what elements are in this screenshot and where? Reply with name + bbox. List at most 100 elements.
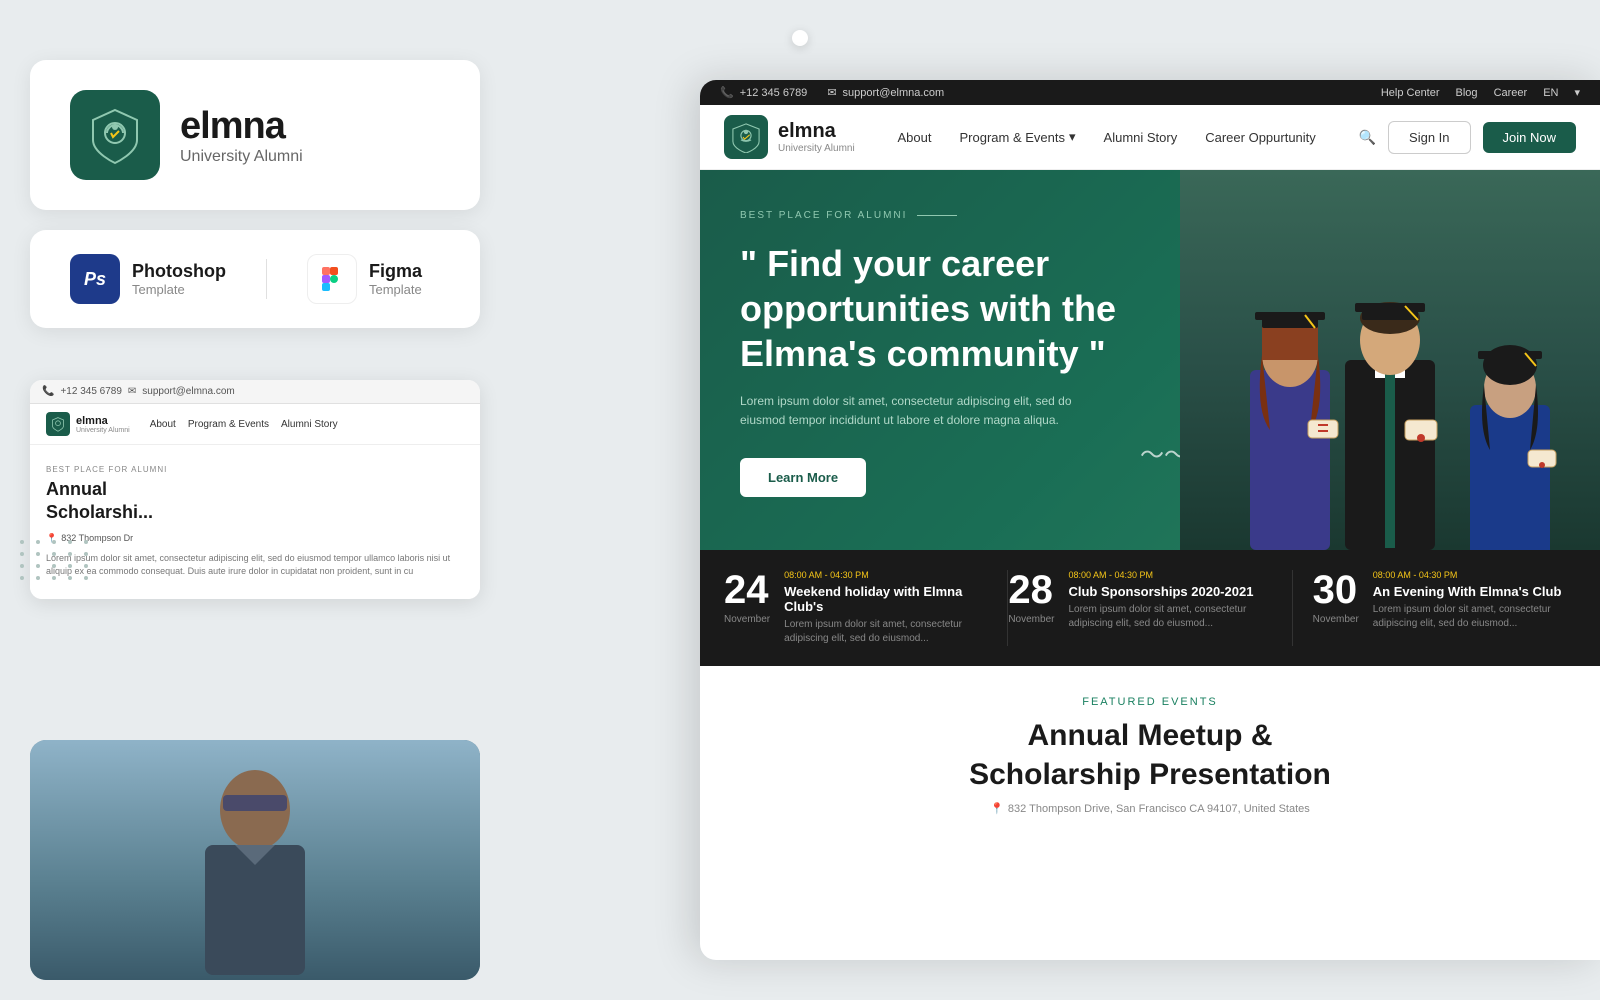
event-title-3: An Evening With Elmna's Club xyxy=(1373,584,1576,599)
left-panel: elmna University Alumni Ps Photoshop Tem… xyxy=(30,60,480,348)
large-browser-mockup: 📞 +12 345 6789 ✉ support@elmna.com Help … xyxy=(700,80,1600,960)
infobar-email: ✉ support@elmna.com xyxy=(827,86,944,99)
hero-body: Lorem ipsum dolor sit amet, consectetur … xyxy=(740,392,1100,430)
hero-title: " Find your career opportunities with th… xyxy=(740,241,1220,376)
small-content-title: AnnualScholarshi... xyxy=(46,478,464,525)
photoshop-name: Photoshop xyxy=(132,261,226,282)
event-details-3: 08:00 AM - 04:30 PM An Evening With Elmn… xyxy=(1373,570,1576,646)
infobar-phone-icon: 📞 xyxy=(720,86,734,99)
featured-address: 📍 832 Thompson Drive, San Francisco CA 9… xyxy=(740,802,1560,815)
events-bar: 24 November 08:00 AM - 04:30 PM Weekend … xyxy=(700,550,1600,666)
figma-sublabel: Template xyxy=(369,282,422,297)
site-navbar: elmna University Alumni About Program & … xyxy=(700,105,1600,170)
small-browser-nav-links: About Program & Events Alumni Story xyxy=(150,419,338,430)
templates-card: Ps Photoshop Template Figma Template xyxy=(30,230,480,328)
small-content-address: 📍 832 Thompson Dr xyxy=(46,533,464,544)
nav-career[interactable]: Career Oppurtunity xyxy=(1205,130,1316,145)
event-title-1: Weekend holiday with Elmna Club's xyxy=(784,584,987,614)
figma-label: Figma Template xyxy=(369,261,422,297)
event-date-block-1: 24 November xyxy=(724,570,770,646)
person-silhouette xyxy=(30,740,480,980)
nav-programs[interactable]: Program & Events ▾ xyxy=(960,129,1076,145)
site-nav-links: About Program & Events ▾ Alumni Story Ca… xyxy=(898,129,1316,145)
event-time-3: 08:00 AM - 04:30 PM xyxy=(1373,570,1576,580)
figma-template-item: Figma Template xyxy=(307,254,422,304)
small-browser-topbar: 📞 +12 345 6789 ✉ support@elmna.com xyxy=(30,380,480,404)
brand-name: elmna xyxy=(180,105,303,148)
infobar-lang-dropdown[interactable]: ▾ xyxy=(1574,86,1580,99)
figma-name: Figma xyxy=(369,261,422,282)
infobar-left: 📞 +12 345 6789 ✉ support@elmna.com xyxy=(720,86,944,99)
event-item-3: 30 November 08:00 AM - 04:30 PM An Eveni… xyxy=(1293,570,1576,646)
event-month-3: November xyxy=(1313,614,1359,625)
event-desc-3: Lorem ipsum dolor sit amet, consectetur … xyxy=(1373,603,1576,631)
photoshop-sublabel: Template xyxy=(132,282,226,297)
template-divider xyxy=(266,259,267,299)
nav-link-programs[interactable]: Program & Events xyxy=(188,419,269,430)
photoshop-template-item: Ps Photoshop Template xyxy=(70,254,226,304)
site-hero: BEST PLACE FOR ALUMNI " Find your career… xyxy=(700,170,1600,550)
featured-section: FEATURED EVENTS Annual Meetup &Scholarsh… xyxy=(700,666,1600,835)
event-day-1: 24 xyxy=(724,570,770,610)
search-icon[interactable]: 🔍 xyxy=(1359,129,1376,146)
small-content-badge: BEST PLACE FOR ALUMNI xyxy=(46,465,464,474)
infobar-phone: 📞 +12 345 6789 xyxy=(720,86,807,99)
infobar-career[interactable]: Career xyxy=(1494,87,1528,99)
small-browser-brand: elmna xyxy=(76,415,130,427)
small-browser-content: BEST PLACE FOR ALUMNI AnnualScholarshi..… xyxy=(30,445,480,599)
small-browser-nav: elmna University Alumni About Program & … xyxy=(30,404,480,445)
site-logo: elmna University Alumni xyxy=(724,115,855,159)
photoshop-label: Photoshop Template xyxy=(132,261,226,297)
nav-about[interactable]: About xyxy=(898,130,932,145)
small-browser-logo: elmna University Alumni xyxy=(46,412,130,436)
site-nav-actions: 🔍 Sign In Join Now xyxy=(1359,121,1576,154)
infobar-email-icon: ✉ xyxy=(827,86,836,99)
site-brand-name: elmna xyxy=(778,120,855,143)
nav-dropdown-icon: ▾ xyxy=(1069,129,1076,145)
dot-pattern-left xyxy=(20,540,92,580)
event-desc-2: Lorem ipsum dolor sit amet, consectetur … xyxy=(1068,603,1271,631)
event-day-2: 28 xyxy=(1008,570,1054,610)
person-photo xyxy=(30,740,480,980)
event-title-2: Club Sponsorships 2020-2021 xyxy=(1068,584,1271,599)
small-browser-mockup: 📞 +12 345 6789 ✉ support@elmna.com elmna… xyxy=(30,380,480,599)
event-date-block-2: 28 November xyxy=(1008,570,1054,646)
logo-card: elmna University Alumni xyxy=(30,60,480,210)
hero-photo-area xyxy=(1180,170,1600,550)
event-desc-1: Lorem ipsum dolor sit amet, consectetur … xyxy=(784,618,987,646)
event-time-1: 08:00 AM - 04:30 PM xyxy=(784,570,987,580)
brand-name-block: elmna University Alumni xyxy=(180,105,303,166)
nav-link-about[interactable]: About xyxy=(150,419,176,430)
event-details-1: 08:00 AM - 04:30 PM Weekend holiday with… xyxy=(784,570,987,646)
joinnow-button[interactable]: Join Now xyxy=(1483,122,1576,153)
small-browser-shield xyxy=(46,412,70,436)
graduates-photo xyxy=(1180,170,1600,550)
nav-alumni[interactable]: Alumni Story xyxy=(1104,130,1178,145)
site-logo-text: elmna University Alumni xyxy=(778,120,855,154)
brand-tagline: University Alumni xyxy=(180,148,303,166)
phone-icon: 📞 xyxy=(42,386,54,397)
featured-location-icon: 📍 xyxy=(990,802,1004,815)
event-month-1: November xyxy=(724,614,770,625)
nav-link-alumni[interactable]: Alumni Story xyxy=(281,419,338,430)
event-time-2: 08:00 AM - 04:30 PM xyxy=(1068,570,1271,580)
infobar-blog[interactable]: Blog xyxy=(1456,87,1478,99)
figma-icon xyxy=(307,254,357,304)
small-browser-brand-tag: University Alumni xyxy=(76,427,130,434)
top-decorative-dot xyxy=(792,30,808,46)
event-month-2: November xyxy=(1008,614,1054,625)
email-icon: ✉ xyxy=(128,386,136,397)
infobar-lang[interactable]: EN xyxy=(1543,87,1558,99)
site-shield-icon xyxy=(724,115,768,159)
learn-more-button[interactable]: Learn More xyxy=(740,458,866,497)
signin-button[interactable]: Sign In xyxy=(1388,121,1470,154)
event-date-block-3: 30 November xyxy=(1313,570,1359,646)
infobar-help[interactable]: Help Center xyxy=(1381,87,1440,99)
small-browser-email: ✉ support@elmna.com xyxy=(128,386,235,397)
small-content-body: Lorem ipsum dolor sit amet, consectetur … xyxy=(46,552,464,579)
event-day-3: 30 xyxy=(1313,570,1359,610)
event-item-2: 28 November 08:00 AM - 04:30 PM Club Spo… xyxy=(1008,570,1292,646)
event-details-2: 08:00 AM - 04:30 PM Club Sponsorships 20… xyxy=(1068,570,1271,646)
photoshop-icon: Ps xyxy=(70,254,120,304)
brand-shield-icon xyxy=(70,90,160,180)
